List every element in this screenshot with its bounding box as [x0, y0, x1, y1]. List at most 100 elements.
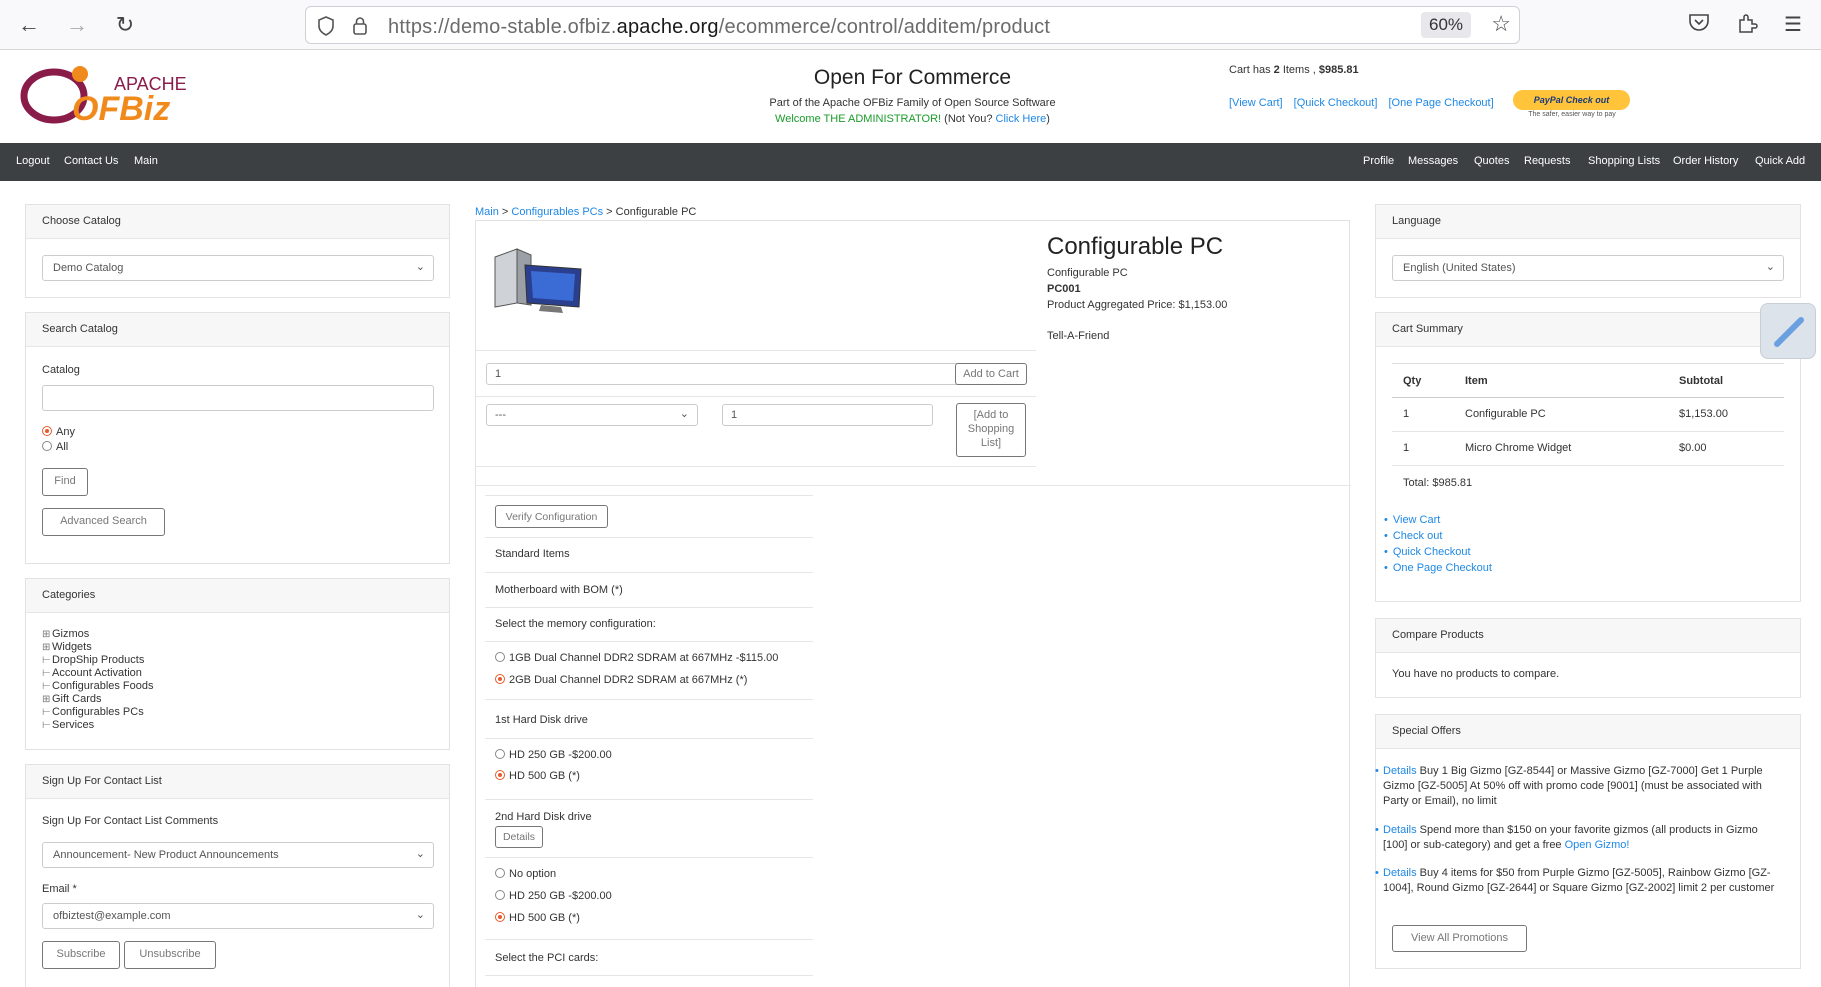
nav-shopping-lists[interactable]: Shopping Lists	[1588, 155, 1660, 167]
contact-list-select[interactable]: Announcement- New Product Announcements …	[42, 842, 434, 868]
nav-quick-add[interactable]: Quick Add	[1755, 155, 1805, 167]
header-cart-links: [View Cart] [Quick Checkout] [One Page C…	[1229, 97, 1502, 109]
email-field[interactable]: ofbiztest@example.com ⌄	[42, 903, 434, 929]
offer-details-link[interactable]: Details	[1383, 765, 1417, 777]
nav-main[interactable]: Main	[134, 155, 158, 167]
offer-details-link[interactable]: Details	[1383, 867, 1417, 879]
forward-icon[interactable]: →	[64, 12, 90, 38]
breadcrumb-separator: >	[498, 206, 512, 218]
one-page-checkout-link[interactable]: [One Page Checkout]	[1388, 97, 1493, 109]
offer-details-link[interactable]: Details	[1383, 824, 1417, 836]
category-item-dropship[interactable]: ⊢DropShip Products	[42, 654, 154, 667]
subscribe-button[interactable]: Subscribe	[42, 941, 120, 969]
nav-messages[interactable]: Messages	[1408, 155, 1458, 167]
bookmark-star-icon[interactable]: ☆	[1491, 11, 1511, 37]
hd2-option-500[interactable]: HD 500 GB (*)	[495, 912, 580, 924]
reload-icon[interactable]: ↻	[112, 12, 138, 38]
memory-option-2gb[interactable]: 2GB Dual Channel DDR2 SDRAM at 667MHz (*…	[495, 674, 747, 686]
view-cart-link[interactable]: [View Cart]	[1229, 97, 1283, 109]
divider	[476, 466, 1036, 467]
advanced-search-button[interactable]: Advanced Search	[42, 508, 165, 536]
catalog-select[interactable]: Demo Catalog ⌄	[42, 255, 434, 281]
add-to-cart-button[interactable]: Add to Cart	[955, 363, 1027, 385]
url-text[interactable]: https://demo-stable.ofbiz.apache.org/eco…	[388, 16, 1050, 39]
cart-row-item-link[interactable]: Micro Chrome Widget	[1465, 442, 1571, 454]
search-input[interactable]	[42, 385, 434, 411]
view-cart-link[interactable]: View Cart	[1393, 514, 1440, 526]
product-image[interactable]	[487, 245, 587, 315]
url-domain: apache.org	[616, 16, 719, 38]
ofbiz-logo[interactable]: APACHE OFBiz	[14, 64, 209, 130]
menu-icon[interactable]: ☰	[1784, 12, 1802, 37]
radio-button[interactable]	[495, 749, 505, 759]
radio-button[interactable]	[495, 890, 505, 900]
hd2-option-250[interactable]: HD 250 GB -$200.00	[495, 890, 612, 902]
breadcrumb-main[interactable]: Main	[475, 206, 499, 218]
compare-products-text: You have no products to compare.	[1392, 668, 1560, 680]
radio-button[interactable]	[495, 652, 505, 662]
address-bar[interactable]: https://demo-stable.ofbiz.apache.org/eco…	[305, 6, 1520, 44]
url-prefix: https://demo-stable.ofbiz.	[388, 16, 617, 38]
radio-button[interactable]	[495, 912, 505, 922]
cart-row-item-link[interactable]: Configurable PC	[1465, 408, 1546, 420]
product-id: PC001	[1047, 283, 1081, 295]
paypal-tagline: The safer, easier way to pay	[1528, 111, 1616, 118]
view-all-promotions-button[interactable]: View All Promotions	[1392, 925, 1527, 952]
radio-button[interactable]	[495, 674, 505, 684]
category-item-account-activation[interactable]: ⊢Account Activation	[42, 667, 154, 680]
checkout-link[interactable]: Check out	[1393, 530, 1443, 542]
shopping-list-select[interactable]: --- ⌄	[486, 404, 698, 426]
extensions-icon[interactable]	[1736, 12, 1758, 40]
find-button[interactable]: Find	[42, 468, 88, 496]
category-item-widgets[interactable]: ⊞ Widgets	[42, 641, 154, 654]
click-here-link[interactable]: Click Here	[996, 113, 1047, 125]
category-item-configurables-foods[interactable]: ⊢Configurables Foods	[42, 680, 154, 693]
paypal-checkout-button[interactable]: PayPal Check out	[1513, 90, 1630, 110]
floating-widget-button[interactable]	[1760, 303, 1816, 359]
shopping-list-quantity[interactable]: 1	[722, 404, 933, 426]
radio-any-option[interactable]: Any	[42, 426, 75, 438]
category-item-gift-cards[interactable]: ⊞ Gift Cards	[42, 693, 154, 706]
hd1-option-500[interactable]: HD 500 GB (*)	[495, 770, 580, 782]
nav-logout[interactable]: Logout	[16, 155, 50, 167]
category-item-gizmos[interactable]: ⊞ Gizmos	[42, 628, 154, 641]
quantity-input[interactable]: 1	[486, 363, 960, 385]
product-panel: Configurable PC Configurable PC PC001 Pr…	[475, 220, 1351, 987]
hd1-option-250[interactable]: HD 250 GB -$200.00	[495, 749, 612, 761]
open-gizmo-link[interactable]: Open Gizmo!	[1565, 839, 1630, 851]
radio-any[interactable]	[42, 426, 52, 436]
shield-icon[interactable]	[316, 16, 336, 36]
quick-checkout-link[interactable]: Quick Checkout	[1393, 546, 1471, 558]
verify-configuration-button[interactable]: Verify Configuration	[495, 505, 608, 528]
nav-profile[interactable]: Profile	[1363, 155, 1394, 167]
tell-a-friend-link[interactable]: Tell-A-Friend	[1047, 330, 1109, 342]
radio-button[interactable]	[495, 868, 505, 878]
nav-requests[interactable]: Requests	[1524, 155, 1570, 167]
quick-checkout-link[interactable]: [Quick Checkout]	[1294, 97, 1378, 109]
expand-icon[interactable]: ⊞	[42, 693, 52, 706]
radio-all[interactable]	[42, 441, 52, 451]
memory-option-1gb[interactable]: 1GB Dual Channel DDR2 SDRAM at 667MHz -$…	[495, 652, 778, 664]
one-page-checkout-link[interactable]: One Page Checkout	[1393, 562, 1492, 574]
radio-all-option[interactable]: All	[42, 441, 68, 453]
details-button[interactable]: Details	[495, 826, 543, 848]
radio-button[interactable]	[495, 770, 505, 780]
expand-icon[interactable]: ⊞	[42, 628, 52, 641]
choose-catalog-title: Choose Catalog	[26, 205, 449, 239]
nav-order-history[interactable]: Order History	[1673, 155, 1738, 167]
nav-quotes[interactable]: Quotes	[1474, 155, 1509, 167]
pocket-icon[interactable]	[1688, 12, 1710, 38]
unsubscribe-button[interactable]: Unsubscribe	[124, 941, 216, 969]
zoom-indicator[interactable]: 60%	[1421, 12, 1471, 38]
hd2-option-none[interactable]: No option	[495, 868, 556, 880]
language-select[interactable]: English (United States) ⌄	[1392, 255, 1784, 281]
nav-contact-us[interactable]: Contact Us	[64, 155, 118, 167]
add-to-shopping-list-button[interactable]: [Add to Shopping List]	[956, 403, 1026, 457]
category-item-services[interactable]: ⊢Services	[42, 719, 154, 732]
category-item-configurables-pcs[interactable]: ⊢Configurables PCs	[42, 706, 154, 719]
breadcrumb-configurables-pcs[interactable]: Configurables PCs	[511, 206, 603, 218]
hd1-title: 1st Hard Disk drive	[495, 714, 588, 726]
back-icon[interactable]: ←	[16, 12, 42, 38]
expand-icon[interactable]: ⊞	[42, 641, 52, 654]
lock-icon[interactable]	[350, 16, 370, 36]
